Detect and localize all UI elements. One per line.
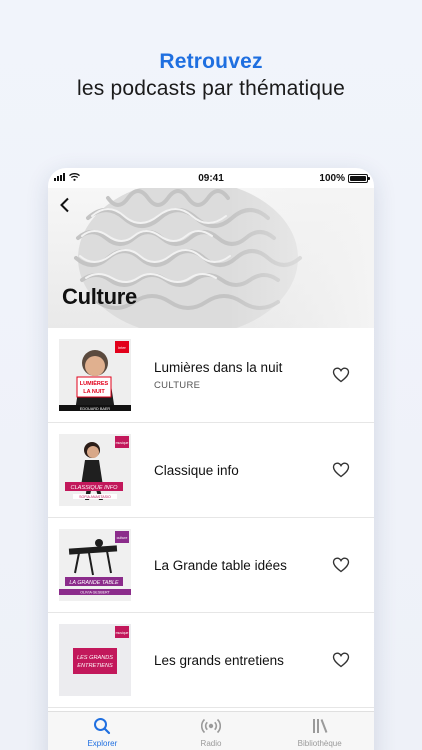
svg-text:ENTRETIENS: ENTRETIENS — [77, 663, 113, 669]
svg-text:culture: culture — [117, 536, 128, 540]
svg-text:LES GRANDS: LES GRANDS — [77, 655, 113, 661]
svg-text:inter: inter — [118, 345, 126, 350]
svg-text:OLIVIA GESBERT: OLIVIA GESBERT — [80, 591, 110, 595]
podcast-list: LUMIÈRES LA NUIT EDOUARD BAER inter Lumi… — [48, 328, 374, 708]
category-title: Culture — [62, 284, 137, 309]
promo-headline-accent: Retrouvez — [159, 50, 263, 73]
svg-text:EDOUARD BAER: EDOUARD BAER — [80, 407, 111, 411]
phone-frame: 09:41 100% Culture LUMIÈRES LA NUIT EDOU… — [48, 168, 374, 750]
category-header: Culture — [48, 188, 374, 328]
heart-icon[interactable] — [332, 366, 350, 384]
podcast-item[interactable]: LUMIÈRES LA NUIT EDOUARD BAER inter Lumi… — [48, 328, 374, 423]
svg-text:musique: musique — [116, 631, 129, 635]
tab-explorer[interactable]: Explorer — [48, 712, 157, 750]
battery-percent: 100% — [319, 173, 345, 184]
tab-radio[interactable]: Radio — [157, 712, 266, 750]
podcast-item[interactable]: LES GRANDS ENTRETIENS musique Les grands… — [48, 613, 374, 708]
podcast-cover: LES GRANDS ENTRETIENS musique — [59, 624, 131, 696]
chevron-left-icon — [60, 197, 69, 213]
radio-icon — [201, 718, 221, 734]
svg-text:LA GRANDE TABLE: LA GRANDE TABLE — [69, 580, 119, 586]
search-icon — [94, 718, 111, 735]
heart-icon[interactable] — [332, 651, 350, 669]
back-button[interactable] — [54, 194, 76, 216]
svg-text:SOFIA ANASTASIO: SOFIA ANASTASIO — [79, 495, 111, 499]
tab-bibliotheque[interactable]: Bibliothèque — [265, 712, 374, 750]
heart-icon[interactable] — [332, 556, 350, 574]
podcast-cover: CLASSIQUE INFO SOFIA ANASTASIO musique — [59, 434, 131, 506]
battery-icon — [348, 174, 370, 183]
podcast-item[interactable]: CLASSIQUE INFO SOFIA ANASTASIO musique C… — [48, 423, 374, 518]
heart-icon[interactable] — [332, 461, 350, 479]
promo-header: Retrouvez les podcasts par thématique — [0, 50, 422, 101]
tab-label: Radio — [200, 739, 222, 748]
svg-text:CLASSIQUE INFO: CLASSIQUE INFO — [71, 485, 119, 491]
library-icon — [312, 719, 328, 733]
tab-label: Explorer — [87, 739, 118, 748]
podcast-cover: LUMIÈRES LA NUIT EDOUARD BAER inter — [59, 339, 131, 411]
promo-headline: les podcasts par thématique — [76, 77, 346, 100]
svg-text:LUMIÈRES: LUMIÈRES — [80, 379, 109, 387]
tab-label: Bibliothèque — [297, 739, 342, 748]
podcast-item[interactable]: LA GRANDE TABLE OLIVIA GESBERT culture L… — [48, 518, 374, 613]
svg-text:musique: musique — [116, 441, 129, 445]
status-bar: 09:41 100% — [48, 168, 374, 188]
podcast-cover: LA GRANDE TABLE OLIVIA GESBERT culture — [59, 529, 131, 601]
tab-bar: Explorer Radio Bibliothèque — [48, 711, 374, 750]
svg-text:LA NUIT: LA NUIT — [83, 389, 105, 395]
